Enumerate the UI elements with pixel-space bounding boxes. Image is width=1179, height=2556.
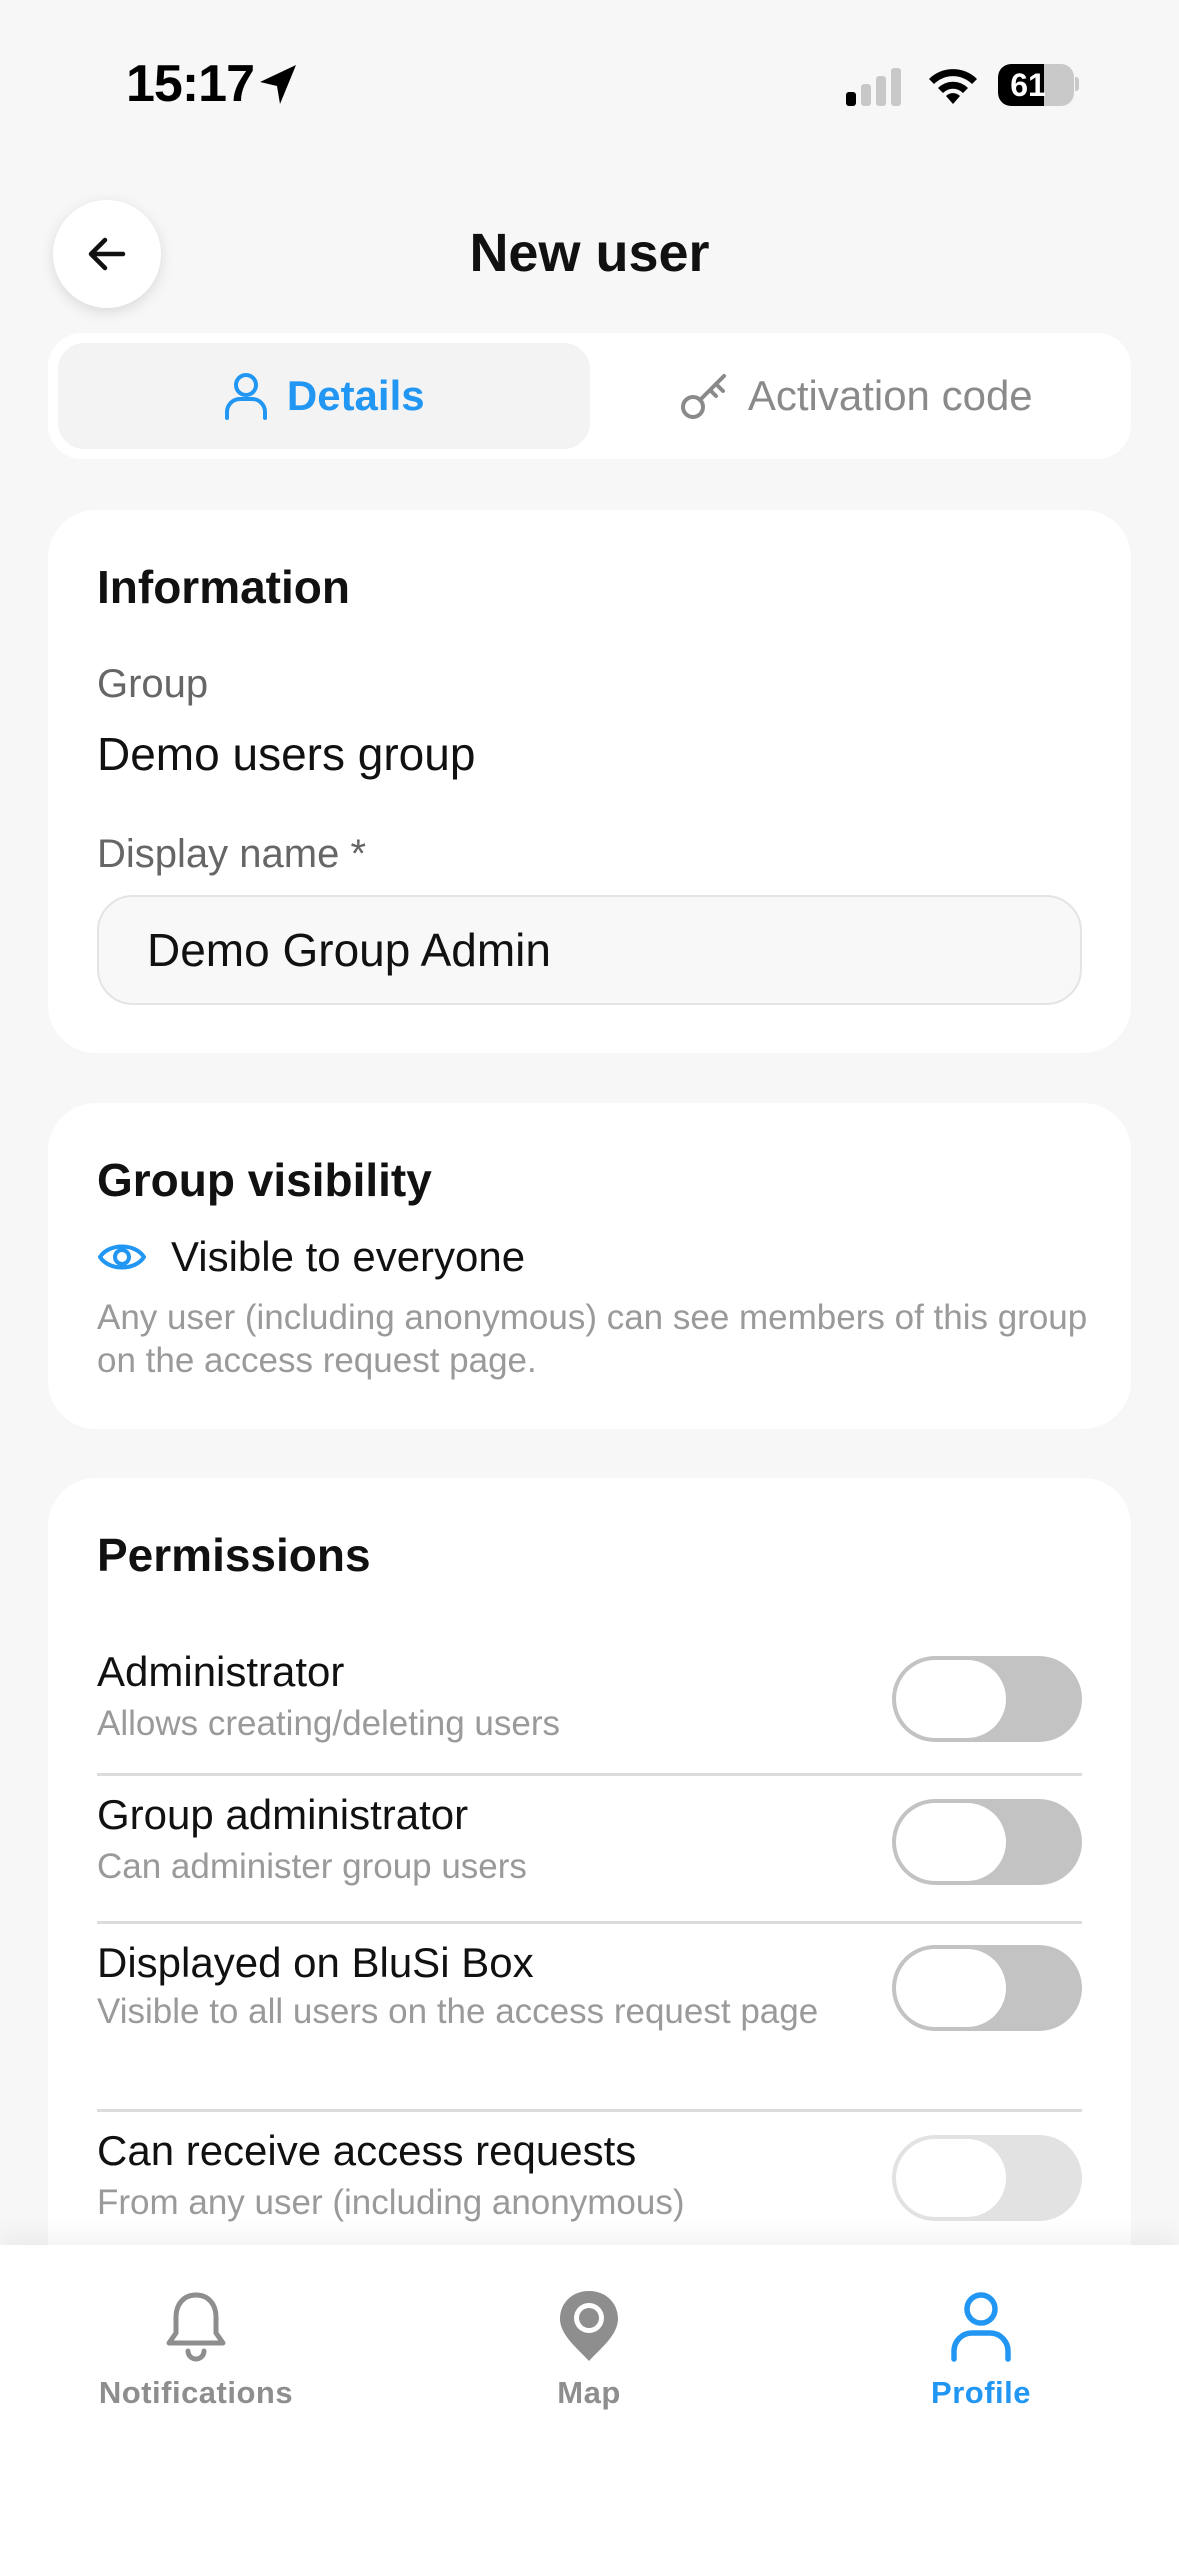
permission-description: From any user (including anonymous): [97, 2183, 685, 2222]
nav-profile[interactable]: Profile: [851, 2287, 1111, 2411]
display-name-input[interactable]: [97, 895, 1082, 1005]
information-heading: Information: [97, 561, 350, 613]
location-arrow-icon: [260, 65, 296, 104]
group-administrator-toggle[interactable]: [892, 1799, 1082, 1885]
battery-icon: 61: [998, 62, 1079, 108]
permission-row-group-administrator: Group administrator Can administer group…: [97, 1779, 1082, 1924]
status-time: 15:17: [126, 55, 255, 113]
tab-bar: Details Activation code: [48, 333, 1131, 459]
battery-level: 61: [1010, 67, 1046, 103]
nav-profile-label: Profile: [931, 2375, 1031, 2410]
user-icon: [224, 373, 267, 420]
information-card: Information Group Demo users group Displ…: [48, 510, 1131, 1053]
map-pin-icon: [560, 2291, 618, 2361]
display-name-label: Display name *: [97, 832, 367, 876]
permission-title: Displayed on BluSi Box: [97, 1939, 534, 1986]
group-value: Demo users group: [97, 728, 476, 780]
visibility-label: Visible to everyone: [171, 1233, 526, 1280]
tab-details-label: Details: [286, 372, 425, 419]
nav-notifications-label: Notifications: [98, 2375, 294, 2410]
permission-row-can-receive-access-requests: Can receive access requests From any use…: [97, 2115, 1082, 2255]
permission-title: Group administrator: [97, 1791, 469, 1838]
permission-title: Administrator: [97, 1648, 345, 1695]
page-title: New user: [469, 223, 710, 283]
tab-activation-code-label: Activation code: [747, 372, 1033, 419]
group-visibility-card: Group visibility Visible to everyone Any…: [48, 1103, 1131, 1429]
administrator-toggle[interactable]: [892, 1656, 1082, 1742]
bottom-navigation: Notifications Map Profile: [0, 2245, 1179, 2556]
permissions-heading: Permissions: [97, 1529, 371, 1581]
visibility-heading: Group visibility: [97, 1154, 432, 1206]
bell-icon: [166, 2292, 226, 2362]
cellular-signal-icon: [846, 68, 901, 106]
permission-description: Visible to all users on the access reque…: [97, 1992, 819, 2031]
permission-description: Can administer group users: [97, 1847, 527, 1886]
permission-description: Allows creating/deleting users: [97, 1704, 561, 1743]
eye-icon: [98, 1244, 146, 1270]
tab-activation-code[interactable]: Activation code: [590, 343, 1122, 449]
permission-row-displayed-on-blusi-box: Displayed on BluSi Box Visible to all us…: [97, 1927, 1082, 2112]
key-icon: [680, 374, 726, 419]
status-bar: 15:17 61: [0, 0, 1179, 170]
visibility-option[interactable]: Visible to everyone: [97, 1233, 525, 1281]
can-receive-access-requests-toggle[interactable]: [892, 2135, 1082, 2221]
permission-title: Can receive access requests: [97, 2127, 637, 2174]
displayed-on-blusi-box-toggle[interactable]: [892, 1945, 1082, 2031]
wifi-icon: [929, 69, 977, 104]
user-icon: [951, 2292, 1011, 2362]
group-label: Group: [97, 662, 209, 706]
nav-notifications[interactable]: Notifications: [66, 2287, 326, 2411]
permission-row-administrator: Administrator Allows creating/deleting u…: [97, 1648, 1082, 1776]
visibility-description: Any user (including anonymous) can see m…: [97, 1298, 1088, 1380]
tab-details[interactable]: Details: [58, 343, 590, 449]
nav-map-label: Map: [557, 2375, 621, 2410]
nav-map[interactable]: Map: [459, 2287, 719, 2411]
